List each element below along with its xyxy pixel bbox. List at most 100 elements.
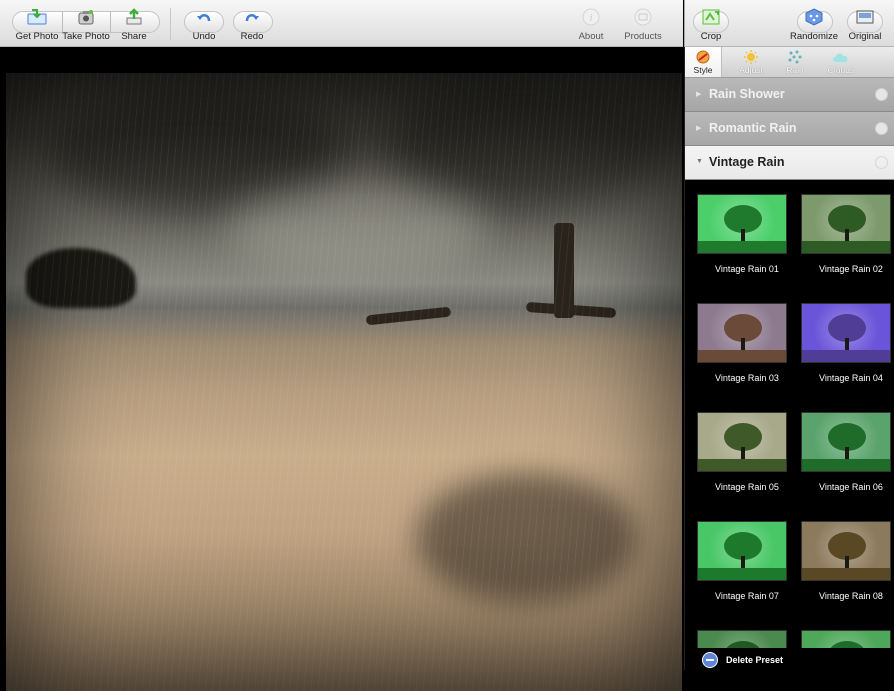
rain-icon xyxy=(786,50,804,64)
dice-icon xyxy=(804,8,824,26)
preset-grid: Vintage Rain 01 Vintage Rain 02 Vintage Ra… xyxy=(685,178,894,648)
thumbnail-ground xyxy=(698,568,786,580)
preset-item[interactable] xyxy=(789,614,891,648)
tab-clouds[interactable]: Clouds xyxy=(821,47,861,77)
preset-thumbnail[interactable] xyxy=(801,303,891,363)
crop-label: Crop xyxy=(700,31,722,42)
tab-rain-label: Rain xyxy=(786,65,804,75)
delete-preset-bar[interactable]: Delete Preset xyxy=(685,649,894,670)
tab-style-label: Style xyxy=(693,65,713,75)
preset-thumbnail[interactable] xyxy=(697,194,787,254)
thumbnail-ground xyxy=(802,459,890,471)
cloud-icon xyxy=(832,50,850,64)
section-rain-shower[interactable]: ▶ Rain Shower xyxy=(685,78,894,112)
preset-label: Vintage Rain 02 xyxy=(819,264,883,274)
redo-icon xyxy=(242,8,262,26)
randomize-button[interactable]: Randomize xyxy=(789,4,839,44)
original-label: Original xyxy=(848,31,882,42)
undo-label: Undo xyxy=(192,31,216,42)
about-label: About xyxy=(578,31,604,42)
undo-button[interactable]: Undo xyxy=(184,4,224,44)
take-photo-label: Take Photo xyxy=(62,31,110,42)
products-icon xyxy=(633,8,653,26)
tab-rain[interactable]: Rain xyxy=(777,47,813,77)
preset-thumbnail[interactable] xyxy=(801,521,891,581)
right-toolbar: Crop Randomize Original xyxy=(684,0,894,47)
original-button[interactable]: Original xyxy=(845,4,885,44)
redo-button[interactable]: Redo xyxy=(232,4,272,44)
preset-thumbnail[interactable] xyxy=(697,303,787,363)
section-romantic-rain[interactable]: ▶ Romantic Rain xyxy=(685,112,894,146)
section-vintage-rain[interactable]: ▼ Vintage Rain xyxy=(685,146,894,180)
svg-text:i: i xyxy=(590,13,593,24)
take-photo-button[interactable]: Take Photo xyxy=(62,4,110,44)
randomize-label: Randomize xyxy=(789,31,839,42)
preset-thumbnail[interactable] xyxy=(697,630,787,648)
toolbar-separator xyxy=(170,8,171,40)
thumbnail-tree-canopy xyxy=(828,641,866,648)
thumbnail-ground xyxy=(698,459,786,471)
crop-icon xyxy=(701,8,721,26)
section-title: Vintage Rain xyxy=(709,155,785,169)
preset-thumbnail[interactable] xyxy=(801,630,891,648)
preset-label: Vintage Rain 06 xyxy=(819,482,883,492)
disclosure-triangle-open-icon: ▼ xyxy=(696,158,703,165)
preset-thumbnail[interactable] xyxy=(697,521,787,581)
products-label: Products xyxy=(624,31,662,42)
share-button[interactable]: Share xyxy=(110,4,158,44)
disclosure-triangle-icon: ▶ xyxy=(696,91,702,98)
style-icon xyxy=(694,50,712,64)
tab-style[interactable]: Style xyxy=(685,47,722,77)
info-icon: i xyxy=(581,8,601,26)
disclosure-triangle-icon: ▶ xyxy=(696,125,702,132)
preset-thumbnail[interactable] xyxy=(801,412,891,472)
share-icon xyxy=(124,8,144,26)
preset-item[interactable]: Vintage Rain 05 xyxy=(685,396,787,504)
tab-clouds-label: Clouds xyxy=(827,65,855,75)
preset-item[interactable]: Vintage Rain 01 xyxy=(685,178,787,286)
preset-item[interactable] xyxy=(685,614,787,648)
crop-button[interactable]: Crop xyxy=(693,4,729,44)
tab-adjust-label: Adjust xyxy=(739,65,763,75)
thumbnail-ground xyxy=(698,241,786,253)
thumbnail-ground xyxy=(802,241,890,253)
preset-label: Vintage Rain 04 xyxy=(819,373,883,383)
photo-canvas[interactable] xyxy=(0,47,683,691)
about-button[interactable]: i About xyxy=(572,4,610,44)
preset-label: Vintage Rain 08 xyxy=(819,591,883,601)
preset-item[interactable]: Vintage Rain 07 xyxy=(685,505,787,613)
tab-adjust[interactable]: Adjust xyxy=(733,47,769,77)
get-photo-label: Get Photo xyxy=(15,31,59,42)
redo-label: Redo xyxy=(240,31,264,42)
main-toolbar: Get Photo Take Photo Share Undo Redo i A… xyxy=(0,0,683,47)
effects-panel: Style Adjust Rain Clouds ▶ Rain Shower ▶… xyxy=(684,47,894,670)
camera-icon xyxy=(76,8,96,26)
minus-circle-icon xyxy=(702,652,718,668)
preset-item[interactable]: Vintage Rain 02 xyxy=(789,178,891,286)
effects-tabs: Style Adjust Rain Clouds xyxy=(685,47,894,78)
preset-thumbnail[interactable] xyxy=(697,412,787,472)
original-photo-icon xyxy=(855,8,875,26)
preset-thumbnail[interactable] xyxy=(801,194,891,254)
preset-item[interactable]: Vintage Rain 03 xyxy=(685,287,787,395)
edited-photo[interactable] xyxy=(6,73,682,691)
section-toggle-icon xyxy=(875,156,888,169)
thumbnail-ground xyxy=(802,350,890,362)
section-toggle-icon xyxy=(875,88,888,101)
get-photo-button[interactable]: Get Photo xyxy=(12,4,62,44)
share-label: Share xyxy=(121,31,147,42)
sun-icon xyxy=(742,50,760,64)
preset-item[interactable]: Vintage Rain 04 xyxy=(789,287,891,395)
section-title: Rain Shower xyxy=(709,87,785,101)
thumbnail-tree-canopy xyxy=(724,641,762,648)
delete-preset-label: Delete Preset xyxy=(726,655,784,665)
thumbnail-ground xyxy=(698,350,786,362)
vignette-overlay xyxy=(6,73,682,691)
preset-item[interactable]: Vintage Rain 06 xyxy=(789,396,891,504)
thumbnail-ground xyxy=(802,568,890,580)
undo-icon xyxy=(194,8,214,26)
products-button[interactable]: Products xyxy=(620,4,666,44)
section-toggle-icon xyxy=(875,122,888,135)
section-title: Romantic Rain xyxy=(709,121,797,135)
preset-item[interactable]: Vintage Rain 08 xyxy=(789,505,891,613)
